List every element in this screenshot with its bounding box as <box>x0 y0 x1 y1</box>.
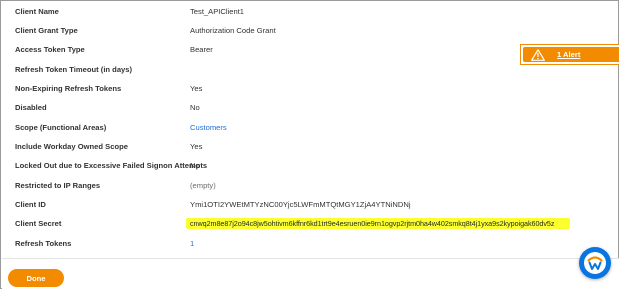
field-row-client-secret: Client Secret cnwq2m8e87j2o94c8jw5ohtivm… <box>15 214 575 233</box>
field-row-locked-out: Locked Out due to Excessive Failed Signo… <box>15 156 575 175</box>
workday-logo-icon <box>584 252 606 274</box>
refresh-tokens-link[interactable]: 1 <box>190 239 194 248</box>
field-label: Restricted to IP Ranges <box>15 181 101 190</box>
field-label: Locked Out due to Excessive Failed Signo… <box>15 161 208 170</box>
field-row-client-id: Client ID Ymi1OTI2YWEtMTYzNC00Yjc5LWFmMT… <box>15 195 575 214</box>
field-label: Client Secret <box>15 219 62 228</box>
field-row-access-token-type: Access Token Type Bearer <box>15 40 575 59</box>
field-label: Non-Expiring Refresh Tokens <box>15 84 122 93</box>
field-row-client-grant-type: Client Grant Type Authorization Code Gra… <box>15 21 575 40</box>
field-value-include-workday-owned-scope: Yes <box>190 142 203 151</box>
field-row-restricted-to-ip-ranges: Restricted to IP Ranges (empty) <box>15 176 575 195</box>
field-label: Include Workday Owned Scope <box>15 142 128 151</box>
field-value-client-id: Ymi1OTI2YWEtMTYzNC00Yjc5LWFmMTQtMGY1ZjA4… <box>190 200 411 209</box>
field-value-client-grant-type: Authorization Code Grant <box>190 26 276 35</box>
field-row-scope: Scope (Functional Areas) Customers <box>15 118 575 137</box>
field-row-include-workday-owned-scope: Include Workday Owned Scope Yes <box>15 137 575 156</box>
field-value-access-token-type: Bearer <box>190 45 213 54</box>
field-value-non-expiring-refresh-tokens: Yes <box>190 84 203 93</box>
view-api-client-panel: Client Name Test_APIClient1 Client Grant… <box>0 0 619 289</box>
scope-link-customers[interactable]: Customers <box>190 123 227 132</box>
field-row-refresh-token-timeout: Refresh Token Timeout (in days) <box>15 60 575 79</box>
field-label: Client Grant Type <box>15 26 78 35</box>
alert-button[interactable]: 1 Alert <box>523 47 619 62</box>
field-value-locked-out: No <box>190 161 200 170</box>
warning-triangle-icon <box>531 48 545 61</box>
footer-bar: Done <box>2 258 619 289</box>
field-label: Client Name <box>15 7 59 16</box>
field-row-refresh-tokens: Refresh Tokens 1 <box>15 234 575 253</box>
field-row-client-name: Client Name Test_APIClient1 <box>15 2 575 21</box>
field-row-disabled: Disabled No <box>15 98 575 117</box>
workday-assistant-icon[interactable] <box>579 247 611 279</box>
done-button[interactable]: Done <box>8 269 64 287</box>
alert-link[interactable]: 1 Alert <box>557 50 580 59</box>
alert-panel: 1 Alert <box>520 44 619 65</box>
field-label: Refresh Tokens <box>15 239 72 248</box>
field-label: Scope (Functional Areas) <box>15 123 107 132</box>
field-value-client-name: Test_APIClient1 <box>190 7 245 16</box>
field-label: Disabled <box>15 103 47 112</box>
field-row-non-expiring-refresh-tokens: Non-Expiring Refresh Tokens Yes <box>15 79 575 98</box>
field-value-client-secret: cnwq2m8e87j2o94c8jw5ohtivm6kffnr6kd1trt9… <box>190 219 555 228</box>
field-label: Access Token Type <box>15 45 85 54</box>
field-label: Client ID <box>15 200 46 209</box>
field-label: Refresh Token Timeout (in days) <box>15 65 133 74</box>
field-value-disabled: No <box>190 103 200 112</box>
field-value-restricted-to-ip-ranges: (empty) <box>190 181 216 190</box>
